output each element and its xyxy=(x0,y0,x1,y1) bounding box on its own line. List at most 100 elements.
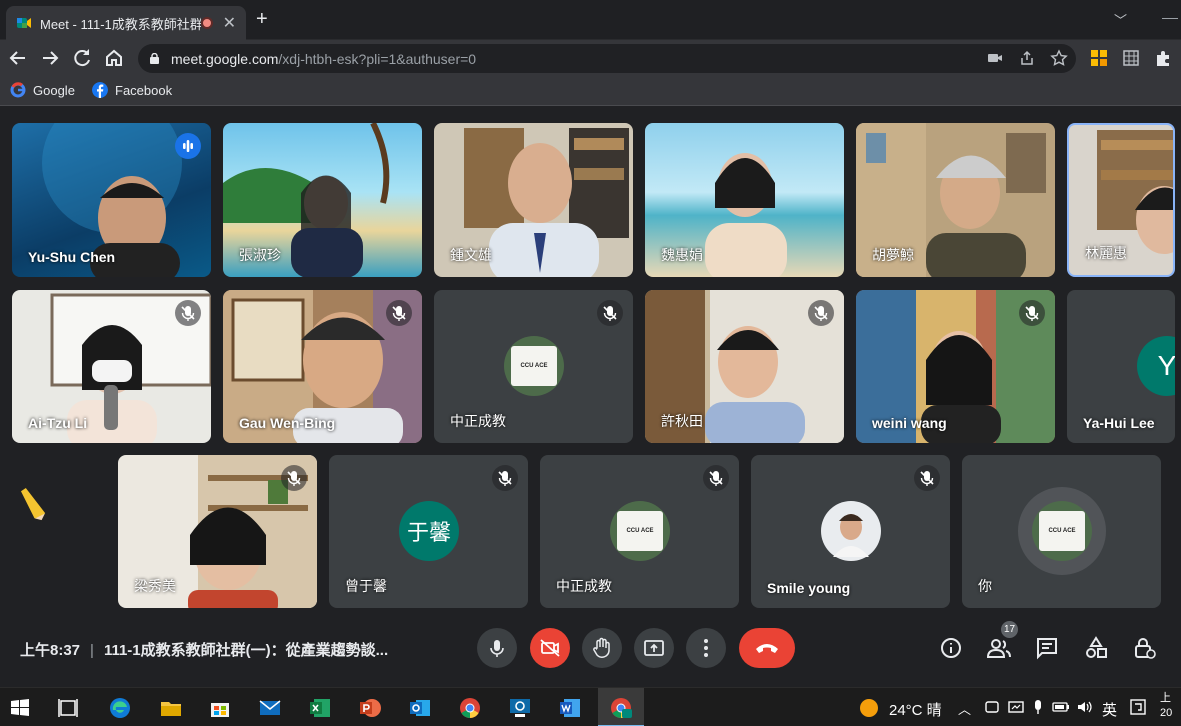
facebook-f-icon xyxy=(92,82,108,98)
participant-tile[interactable]: 梁秀美 xyxy=(118,455,317,608)
weather-text[interactable]: 24°C 晴 xyxy=(889,699,942,720)
participant-name: 你 xyxy=(978,578,992,594)
participant-name: Yu-Shu Chen xyxy=(28,249,116,265)
participant-name: Ya-Hui Lee xyxy=(1083,415,1155,431)
meet-stage: Yu-Shu Chen 張淑珍 鍾文雄 魏惠娟 胡夢鯨 林麗惠 Ai-Tzu L… xyxy=(0,107,1181,687)
meeting-title[interactable]: 111-1成教系教師社群(一)：從產業趨勢談... xyxy=(104,642,388,659)
present-screen-button[interactable] xyxy=(634,628,674,668)
tray-overflow-chevron-icon[interactable]: ︿ xyxy=(958,699,971,718)
windows-start-icon[interactable] xyxy=(8,696,32,720)
volume-tray-icon[interactable] xyxy=(1076,699,1094,715)
chat-icon xyxy=(1037,638,1057,660)
minimize-icon[interactable] xyxy=(1162,18,1178,19)
participant-tile[interactable]: Smile young xyxy=(751,455,950,608)
browser-tab-meet[interactable]: Meet - 111-1成教系教師社群 ✕ xyxy=(6,6,246,40)
participant-tile[interactable]: 林麗惠 xyxy=(1067,123,1175,277)
participant-tile[interactable]: Yu-Shu Chen xyxy=(12,123,211,277)
meeting-clock: 上午8:37 xyxy=(20,642,81,659)
participant-tile[interactable]: CCU ACE 中正成教 xyxy=(434,290,633,443)
camera-off-button[interactable] xyxy=(530,628,570,668)
address-bar-icons xyxy=(986,49,1068,67)
participant-tile[interactable]: weini wang xyxy=(856,290,1055,443)
usb-microphone-tray-icon[interactable] xyxy=(1032,699,1044,715)
participant-name: 鍾文雄 xyxy=(450,247,492,263)
close-tab-icon[interactable]: ✕ xyxy=(223,13,236,33)
browser-toolbar: meet.google.com/xdj-htbh-esk?pli=1&authu… xyxy=(0,40,1181,76)
lock-icon xyxy=(150,53,159,64)
participant-name: weini wang xyxy=(872,415,947,431)
edge-browser-icon[interactable] xyxy=(108,696,132,720)
info-icon xyxy=(941,638,961,658)
participant-tile[interactable]: 張淑珍 xyxy=(223,123,422,277)
mic-off-icon xyxy=(1019,300,1045,326)
mic-off-icon xyxy=(597,300,623,326)
participant-tile[interactable]: CCU ACE 中正成教 xyxy=(540,455,739,608)
system-clock[interactable]: 上 20 xyxy=(1160,691,1172,721)
reload-icon[interactable] xyxy=(70,46,94,70)
participant-tile[interactable]: 胡夢鯨 xyxy=(856,123,1055,277)
input-method-icon[interactable] xyxy=(1130,699,1146,715)
hang-up-icon xyxy=(756,644,778,653)
back-arrow-icon[interactable] xyxy=(6,46,30,70)
bookmark-star-icon[interactable] xyxy=(1050,49,1068,67)
share-icon[interactable] xyxy=(1018,49,1036,67)
input-language-indicator[interactable]: 英 xyxy=(1102,699,1117,720)
recording-indicator-icon xyxy=(200,17,213,29)
network-tray-icon[interactable] xyxy=(1008,699,1024,715)
mail-icon[interactable] xyxy=(258,696,282,720)
extension-grid-orange-icon[interactable] xyxy=(1090,49,1108,67)
raise-hand-button[interactable] xyxy=(582,628,622,668)
host-controls-button[interactable] xyxy=(1130,634,1158,662)
participant-tile[interactable]: Y Ya-Hui Lee xyxy=(1067,290,1175,443)
file-explorer-icon[interactable] xyxy=(159,696,183,720)
leave-call-button[interactable] xyxy=(739,628,795,668)
participant-name: 梁秀美 xyxy=(134,578,176,594)
participant-tile[interactable]: 于馨 曾于馨 xyxy=(329,455,528,608)
new-tab-button[interactable]: + xyxy=(256,8,268,31)
annotation-pencil-icon[interactable] xyxy=(16,483,50,523)
more-options-button[interactable] xyxy=(686,628,726,668)
chrome-icon[interactable] xyxy=(458,696,482,720)
ccu-ace-avatar: CCU ACE xyxy=(504,336,564,396)
mic-off-icon xyxy=(386,300,412,326)
extensions-puzzle-icon[interactable] xyxy=(1154,49,1172,67)
extension-calculator-icon[interactable] xyxy=(1122,49,1140,67)
sync-tray-icon[interactable] xyxy=(984,699,1000,715)
task-view-icon[interactable] xyxy=(56,696,80,720)
participant-tile[interactable]: 魏惠娟 xyxy=(645,123,844,277)
chrome-meet-icon xyxy=(611,698,632,718)
activities-button[interactable] xyxy=(1082,634,1110,662)
home-icon[interactable] xyxy=(102,46,126,70)
participant-name: Smile young xyxy=(767,580,851,596)
forward-arrow-icon[interactable] xyxy=(38,46,62,70)
tab-title: Meet - 111-1成教系教師社群 xyxy=(40,16,201,32)
outlook-icon[interactable] xyxy=(408,696,432,720)
bookmark-facebook[interactable]: Facebook xyxy=(92,82,172,98)
clock-date: 20 xyxy=(1160,707,1173,719)
participant-tile[interactable]: 許秋田 xyxy=(645,290,844,443)
participant-tile[interactable]: Ai-Tzu Li xyxy=(12,290,211,443)
participant-tile-self[interactable]: CCU ACE 你 xyxy=(962,455,1161,608)
meeting-details-button[interactable] xyxy=(937,634,965,662)
bookmark-google[interactable]: Google xyxy=(10,82,75,98)
participant-initial-avatar: 于馨 xyxy=(399,501,459,561)
chat-button[interactable] xyxy=(1033,634,1061,662)
mic-off-icon xyxy=(492,465,518,491)
excel-icon[interactable] xyxy=(308,696,332,720)
mic-off-icon xyxy=(175,300,201,326)
microsoft-store-icon[interactable] xyxy=(208,696,232,720)
microphone-button[interactable] xyxy=(477,628,517,668)
remote-app-icon[interactable] xyxy=(508,696,532,720)
word-icon[interactable] xyxy=(558,696,582,720)
participant-name: 胡夢鯨 xyxy=(872,247,914,263)
tab-search-chevron-icon[interactable]: ﹀ xyxy=(1114,10,1127,29)
active-chrome-meet-task[interactable] xyxy=(598,688,644,726)
weather-sun-icon[interactable] xyxy=(858,697,880,719)
address-bar[interactable]: meet.google.com/xdj-htbh-esk?pli=1&authu… xyxy=(138,44,1076,73)
battery-tray-icon[interactable] xyxy=(1052,700,1070,714)
participant-tile[interactable]: 鍾文雄 xyxy=(434,123,633,277)
participant-tile[interactable]: Gau Wen-Bing xyxy=(223,290,422,443)
camera-in-use-icon[interactable] xyxy=(986,49,1004,67)
powerpoint-icon[interactable] xyxy=(358,696,382,720)
bookmark-label: Google xyxy=(33,82,75,98)
